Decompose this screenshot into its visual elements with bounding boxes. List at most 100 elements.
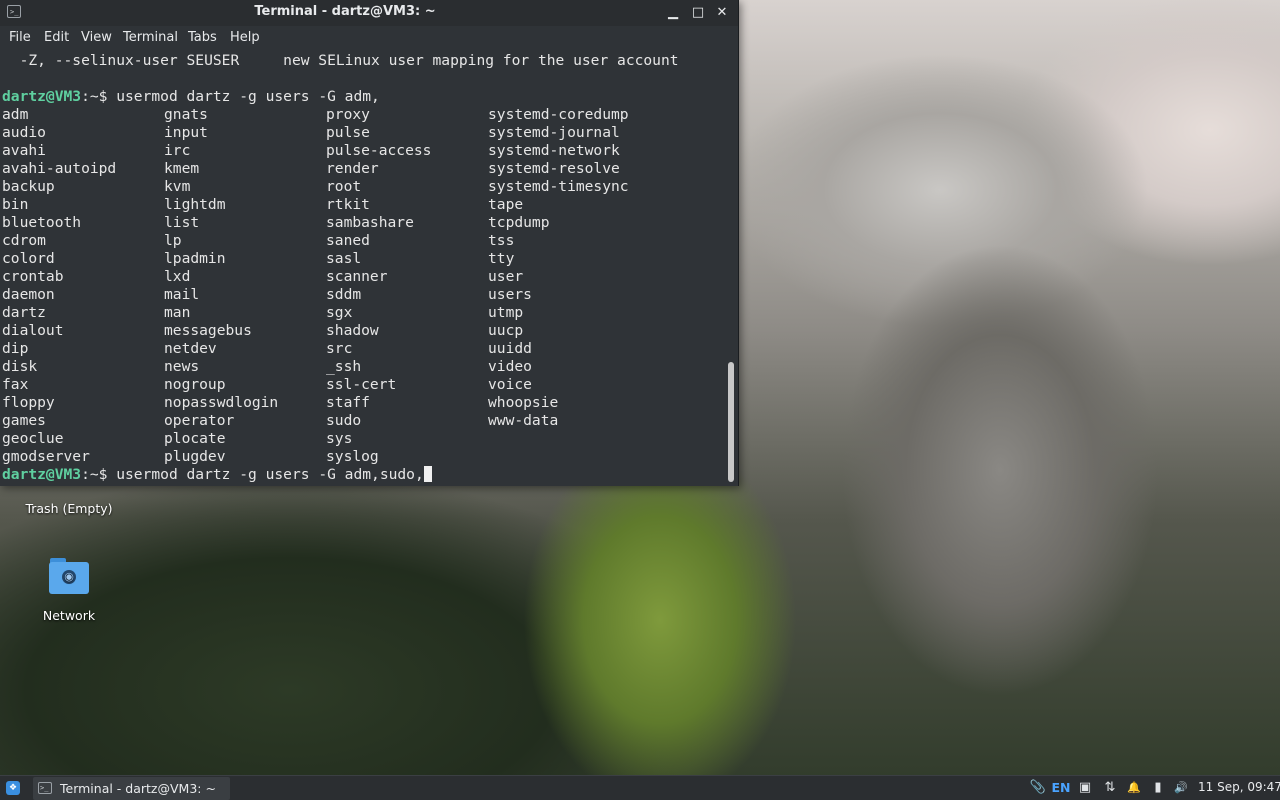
- menu-file[interactable]: File: [9, 30, 31, 45]
- battery-icon[interactable]: ▮: [1149, 779, 1167, 797]
- completion-item: disk: [2, 358, 38, 375]
- completion-item: games: [2, 412, 46, 429]
- terminal-scrollbar[interactable]: [727, 50, 736, 484]
- menu-view[interactable]: View: [81, 30, 112, 45]
- completion-item: uuidd: [488, 340, 532, 357]
- help-text-line: -Z, --selinux-user SEUSER new SELinux us…: [2, 52, 679, 69]
- completion-item: audio: [2, 124, 46, 141]
- completion-item: backup: [2, 178, 55, 195]
- completion-item: floppy: [2, 394, 55, 411]
- completion-item: lp: [164, 232, 182, 249]
- completion-item: sasl: [326, 250, 362, 267]
- minimize-button[interactable]: ▁: [664, 4, 682, 22]
- completion-item: tty: [488, 250, 515, 267]
- terminal-window[interactable]: >_ Terminal - dartz@VM3: ~ ▁ □ ✕ File Ed…: [0, 0, 739, 486]
- command-line-1: dartz@VM3:~$ usermod dartz -g users -G a…: [2, 88, 380, 106]
- completion-item: shadow: [326, 322, 379, 339]
- notification-bell-icon[interactable]: 🔔: [1125, 779, 1143, 797]
- completion-item: avahi: [2, 142, 46, 159]
- clock[interactable]: 11 Sep, 09:47: [1198, 780, 1280, 794]
- completion-item: geoclue: [2, 430, 64, 447]
- completion-item: dip: [2, 340, 29, 357]
- menu-terminal[interactable]: Terminal: [123, 30, 178, 45]
- menu-help[interactable]: Help: [230, 30, 260, 45]
- completion-item: nopasswdlogin: [164, 394, 279, 411]
- completion-item: tape: [488, 196, 524, 213]
- completion-item: avahi-autoipd: [2, 160, 117, 177]
- taskbar-item-terminal[interactable]: >_ Terminal - dartz@VM3: ~: [33, 777, 230, 800]
- window-titlebar[interactable]: >_ Terminal - dartz@VM3: ~ ▁ □ ✕: [0, 0, 738, 26]
- completion-item: user: [488, 268, 524, 285]
- completion-item: systemd-resolve: [488, 160, 620, 177]
- desktop-icon-label: Trash (Empty): [25, 501, 113, 516]
- prompt-suffix: :~$: [81, 88, 117, 105]
- completion-item: pulse: [326, 124, 370, 141]
- completion-item: fax: [2, 376, 29, 393]
- completion-item: systemd-coredump: [488, 106, 629, 123]
- completion-item: sudo: [326, 412, 362, 429]
- completion-item: dialout: [2, 322, 64, 339]
- globe-icon: ◉: [62, 570, 76, 584]
- completion-item: voice: [488, 376, 532, 393]
- completion-item: utmp: [488, 304, 524, 321]
- terminal-output[interactable]: -Z, --selinux-user SEUSER new SELinux us…: [0, 50, 726, 484]
- completion-item: sddm: [326, 286, 362, 303]
- command-line-2[interactable]: dartz@VM3:~$ usermod dartz -g users -G a…: [2, 466, 432, 484]
- completion-item: tss: [488, 232, 515, 249]
- completion-item: src: [326, 340, 353, 357]
- menu-tabs[interactable]: Tabs: [188, 30, 217, 45]
- completion-item: uucp: [488, 322, 524, 339]
- desktop-wallpaper: Trash (Empty) ◉ Network >_ Terminal - da…: [0, 0, 1280, 800]
- completion-item: tcpdump: [488, 214, 550, 231]
- network-icon[interactable]: ⇅: [1101, 779, 1119, 797]
- taskbar-item-label: Terminal - dartz@VM3: ~: [60, 781, 216, 796]
- prompt-user: dartz@VM3: [2, 466, 82, 483]
- completion-item: colord: [2, 250, 55, 267]
- desktop-icon-trash[interactable]: Trash (Empty): [19, 501, 119, 516]
- completion-item: nogroup: [164, 376, 226, 393]
- completion-item: saned: [326, 232, 370, 249]
- completion-item: _ssh: [326, 358, 362, 375]
- command-text: usermod dartz -g users -G adm,sudo,: [116, 466, 424, 483]
- completion-item: dartz: [2, 304, 46, 321]
- completion-item: bluetooth: [2, 214, 82, 231]
- keyboard-layout-indicator[interactable]: EN: [1050, 779, 1072, 797]
- completion-item: sys: [326, 430, 353, 447]
- completion-item: whoopsie: [488, 394, 559, 411]
- completion-item: systemd-timesync: [488, 178, 629, 195]
- scrollbar-thumb[interactable]: [728, 362, 734, 482]
- completion-item: systemd-network: [488, 142, 620, 159]
- completion-item: video: [488, 358, 532, 375]
- completion-item: daemon: [2, 286, 55, 303]
- completion-item: list: [164, 214, 200, 231]
- desktop-icon-network[interactable]: ◉ Network: [19, 558, 119, 623]
- completion-item: lightdm: [164, 196, 226, 213]
- completion-item: plocate: [164, 430, 226, 447]
- completion-item: input: [164, 124, 208, 141]
- completion-item: ssl-cert: [326, 376, 397, 393]
- completion-item: www-data: [488, 412, 559, 429]
- maximize-button[interactable]: □: [689, 4, 707, 22]
- completion-item: staff: [326, 394, 370, 411]
- completion-item: pulse-access: [326, 142, 432, 159]
- completion-item: cdrom: [2, 232, 46, 249]
- command-text: usermod dartz -g users -G adm,: [116, 88, 380, 105]
- display-icon[interactable]: ▣: [1076, 779, 1094, 797]
- close-button[interactable]: ✕: [713, 4, 731, 22]
- completion-item: netdev: [164, 340, 217, 357]
- completion-item: proxy: [326, 106, 370, 123]
- completion-item: systemd-journal: [488, 124, 620, 141]
- clipboard-icon[interactable]: 📎: [1029, 779, 1047, 797]
- start-menu-icon[interactable]: ❖: [6, 781, 20, 795]
- prompt-suffix: :~$: [81, 466, 117, 483]
- menu-edit[interactable]: Edit: [44, 30, 69, 45]
- completion-item: man: [164, 304, 191, 321]
- volume-icon[interactable]: 🔊: [1172, 779, 1190, 797]
- completion-item: crontab: [2, 268, 64, 285]
- completion-item: kmem: [164, 160, 200, 177]
- completion-item: render: [326, 160, 379, 177]
- completion-item: lxd: [164, 268, 191, 285]
- completion-item: adm: [2, 106, 29, 123]
- completion-item: root: [326, 178, 362, 195]
- desktop-icon-label: Network: [42, 608, 96, 623]
